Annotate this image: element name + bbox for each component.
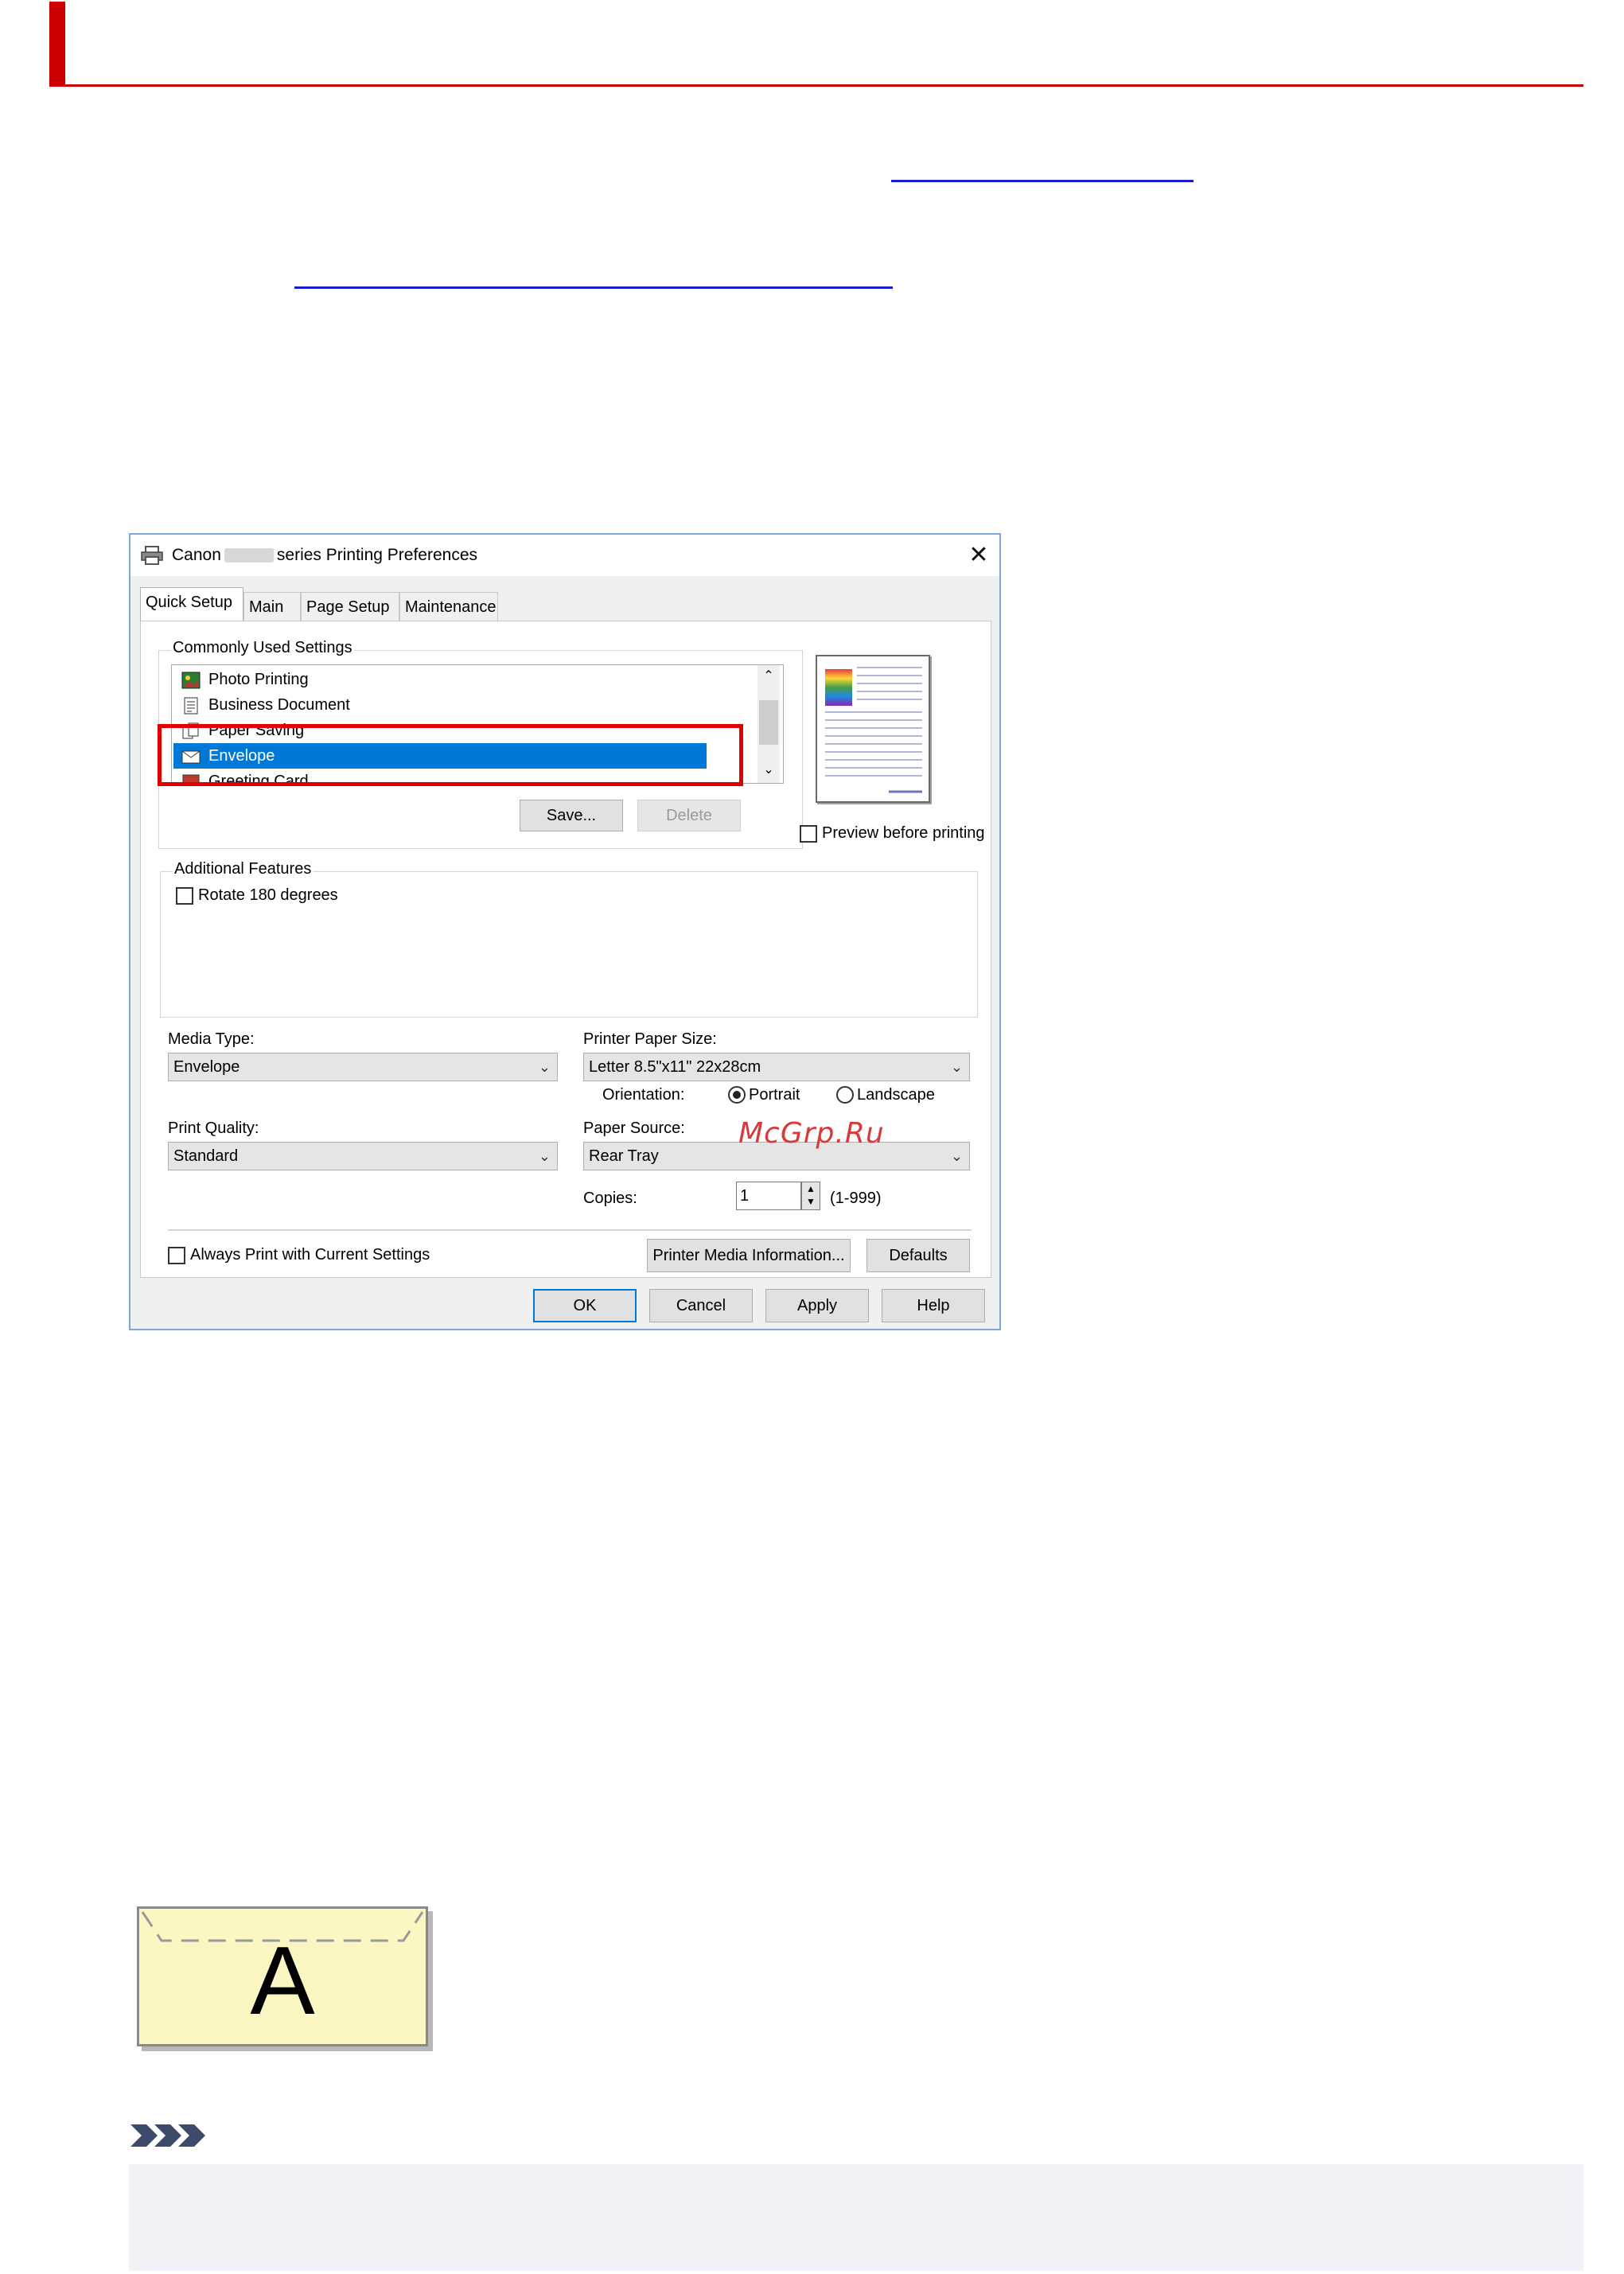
media-type-label: Media Type: (168, 1030, 255, 1048)
scroll-down-icon[interactable]: ⌄ (759, 761, 778, 780)
cancel-button[interactable]: Cancel (649, 1289, 753, 1322)
copies-spinner-icon[interactable]: ▲ ▼ (801, 1182, 820, 1210)
envelope-highlight-box (158, 724, 743, 786)
printer-paper-size-select[interactable]: Letter 8.5"x11" 22x28cm ⌄ (583, 1053, 970, 1081)
list-item[interactable]: Business Document (173, 692, 707, 718)
printer-media-information-button[interactable]: Printer Media Information... (647, 1239, 851, 1272)
redacted-model-name (224, 548, 274, 563)
printing-preferences-dialog: Canon series Printing Preferences ✕ Quick… (129, 533, 1001, 1330)
save-button[interactable]: Save... (520, 800, 623, 831)
tab-maintenance[interactable]: Maintenance (399, 592, 498, 621)
list-scrollbar-thumb[interactable] (759, 700, 778, 745)
list-item-label: Business Document (208, 696, 350, 714)
help-button[interactable]: Help (882, 1289, 985, 1322)
orientation-label: Orientation: (602, 1086, 685, 1104)
header-rule (49, 84, 1583, 87)
ok-button[interactable]: OK (533, 1289, 637, 1322)
printer-paper-size-value: Letter 8.5"x11" 22x28cm (589, 1058, 761, 1076)
list-item-label: Photo Printing (208, 671, 309, 688)
photo-icon (181, 672, 201, 689)
always-print-checkbox[interactable] (168, 1247, 185, 1264)
envelope-illustration: A (137, 1906, 428, 2046)
printer-paper-size-label: Printer Paper Size: (583, 1030, 717, 1048)
portrait-radio[interactable] (728, 1086, 746, 1104)
chevron-down-icon: ⌄ (538, 1059, 551, 1075)
note-box (129, 2164, 1583, 2271)
paper-source-label: Paper Source: (583, 1119, 685, 1137)
tab-quick-setup[interactable]: Quick Setup (140, 587, 243, 622)
printer-icon (141, 546, 163, 565)
chevron-down-icon: ⌄ (950, 1059, 963, 1075)
landscape-radio[interactable] (836, 1086, 854, 1104)
envelope-letter: A (250, 1926, 315, 2035)
hyperlink[interactable] (891, 180, 1194, 182)
chevron-down-icon: ⌄ (538, 1148, 551, 1164)
copies-label: Copies: (583, 1190, 637, 1207)
watermark: McGrp.Ru (738, 1117, 885, 1150)
divider (168, 1229, 972, 1231)
note-chevrons-icon (130, 2124, 205, 2147)
print-quality-label: Print Quality: (168, 1119, 259, 1137)
preview-before-printing-checkbox[interactable] (800, 825, 817, 843)
tab-page-setup[interactable]: Page Setup (301, 592, 399, 621)
preview-page-icon (825, 667, 922, 793)
print-preview-thumbnail (816, 655, 930, 803)
rotate-180-checkbox[interactable] (176, 887, 193, 905)
always-print-label: Always Print with Current Settings (190, 1246, 430, 1264)
apply-button[interactable]: Apply (765, 1289, 869, 1322)
quick-setup-panel: Commonly Used Settings Photo Printing Bu… (140, 621, 991, 1278)
landscape-label: Landscape (857, 1086, 935, 1104)
list-item[interactable]: Photo Printing (173, 667, 707, 692)
paper-source-value: Rear Tray (589, 1147, 659, 1165)
dialog-title-prefix: Canon (172, 546, 221, 564)
hyperlink[interactable] (294, 286, 893, 289)
additional-features-label: Additional Features (173, 860, 314, 878)
delete-button[interactable]: Delete (637, 800, 741, 831)
copies-input[interactable]: 1 (736, 1182, 801, 1210)
defaults-button[interactable]: Defaults (867, 1239, 970, 1272)
preview-before-printing-label: Preview before printing (822, 824, 985, 842)
commonly-used-settings-label: Commonly Used Settings (171, 639, 354, 657)
scroll-up-icon[interactable]: ⌃ (759, 667, 778, 686)
media-type-value: Envelope (173, 1058, 240, 1076)
header-accent-bar (49, 2, 65, 86)
chevron-down-icon: ⌄ (950, 1148, 963, 1164)
portrait-label: Portrait (749, 1086, 800, 1104)
rotate-180-label: Rotate 180 degrees (198, 886, 338, 904)
dialog-title-suffix: series Printing Preferences (276, 546, 478, 564)
media-type-select[interactable]: Envelope ⌄ (168, 1053, 558, 1081)
print-quality-select[interactable]: Standard ⌄ (168, 1142, 558, 1170)
document-icon (184, 697, 198, 715)
copies-range: (1-999) (830, 1190, 882, 1207)
tab-main[interactable]: Main (243, 592, 301, 621)
dialog-title: Canon series Printing Preferences (172, 546, 477, 565)
close-icon[interactable]: ✕ (963, 539, 995, 571)
print-quality-value: Standard (173, 1147, 239, 1165)
